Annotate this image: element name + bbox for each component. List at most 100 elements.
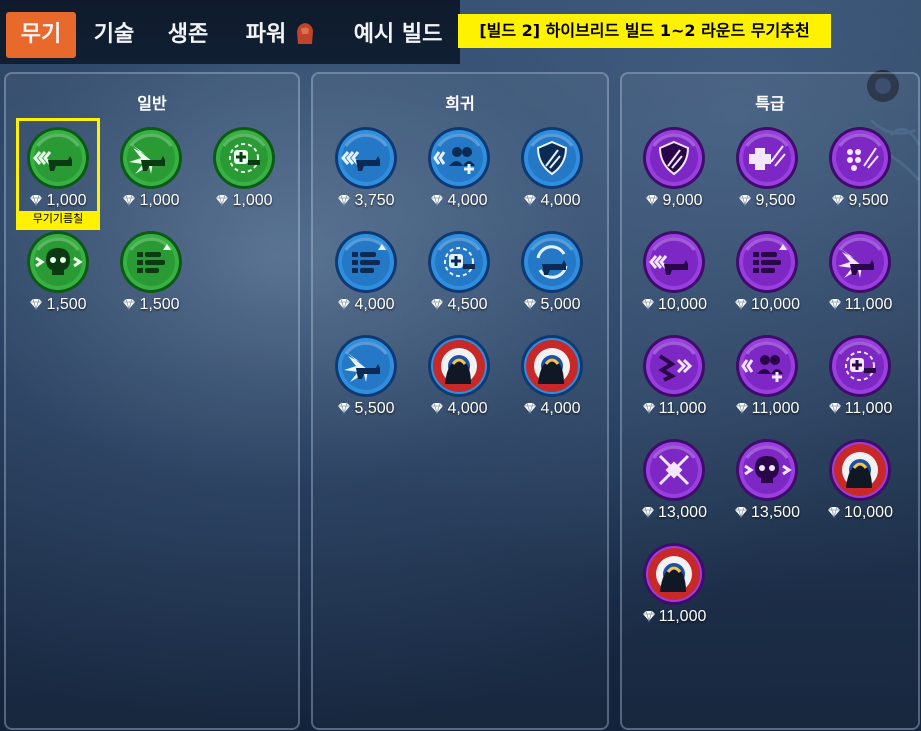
upgrade-item[interactable]: 4,000 (507, 126, 597, 222)
item-icon (642, 126, 706, 190)
upgrade-item[interactable]: 10,000 (722, 230, 812, 326)
item-icon (26, 126, 90, 190)
upgrade-item[interactable]: 13,500 (722, 438, 812, 534)
tab-label: 기술 (93, 22, 135, 47)
speed-weapon-icon (643, 231, 705, 293)
upgrade-item[interactable]: 11,000 (722, 334, 812, 430)
upgrade-item[interactable]: 4,000 (507, 334, 597, 430)
price-value: 9,000 (662, 192, 703, 209)
burst-weapon-icon (120, 127, 182, 189)
upgrade-item[interactable]: 1,000 (13, 126, 103, 222)
item-icon (735, 126, 799, 190)
item-price: 9,500 (722, 192, 812, 210)
tab-survival[interactable]: 생존 (156, 12, 220, 58)
tab-bar: 무기 기술 생존 파워 예시 빌드 (0, 0, 460, 64)
item-icon (520, 126, 584, 190)
item-price: 3,750 (321, 192, 411, 210)
price-value: 3,750 (354, 192, 395, 209)
upgrade-item[interactable]: 4,500 (414, 230, 504, 326)
skull-bolt-icon (736, 439, 798, 501)
price-value: 11,000 (844, 296, 893, 313)
ammo-list-icon (736, 231, 798, 293)
currency-gem-icon (828, 506, 841, 518)
item-price: 4,000 (414, 400, 504, 418)
item-price: 1,000 (13, 192, 103, 210)
burst-weapon-icon (829, 231, 891, 293)
item-price: 10,000 (722, 296, 812, 314)
upgrade-item[interactable]: 1,500 (13, 230, 103, 326)
heal-weapon-icon (428, 231, 490, 293)
claw-speed-icon (643, 335, 705, 397)
price-value: 9,500 (755, 192, 796, 209)
upgrade-item[interactable]: 4,000 (321, 230, 411, 326)
upgrade-item[interactable]: 4,000 (414, 334, 504, 430)
tab-skill[interactable]: 기술 (82, 12, 146, 58)
panel-title: 희귀 (445, 94, 475, 113)
upgrade-item[interactable]: 9,500 (722, 126, 812, 222)
price-value: 11,000 (658, 400, 707, 417)
item-price: 13,000 (629, 504, 719, 522)
upgrade-item[interactable]: 11,000 (629, 542, 719, 638)
price-value: 5,000 (540, 296, 581, 313)
panel-title: 특급 (755, 94, 785, 113)
currency-gem-icon (123, 298, 136, 310)
upgrade-item[interactable]: 1,000 (106, 126, 196, 222)
currency-gem-icon (30, 194, 43, 206)
item-price: 10,000 (629, 296, 719, 314)
price-value: 13,500 (751, 504, 800, 521)
upgrade-item[interactable]: 1,500 (106, 230, 196, 326)
upgrade-item[interactable]: 10,000 (815, 438, 905, 534)
upgrade-item[interactable]: 9,000 (629, 126, 719, 222)
hero-portrait-icon (829, 439, 891, 501)
currency-gem-icon (828, 402, 841, 414)
price-value: 4,000 (540, 400, 581, 417)
currency-gem-icon (338, 194, 351, 206)
price-value: 1,500 (46, 296, 87, 313)
ammo-list-icon (335, 231, 397, 293)
item-icon (334, 334, 398, 398)
price-value: 11,000 (751, 400, 800, 417)
oil-weapon-icon (27, 127, 89, 189)
price-value: 13,000 (658, 504, 707, 521)
item-icon (119, 230, 183, 294)
tab-power[interactable]: 파워 (232, 12, 332, 58)
upgrade-item[interactable]: 5,000 (507, 230, 597, 326)
currency-gem-icon (739, 194, 752, 206)
currency-gem-icon (431, 298, 444, 310)
upgrade-item[interactable]: 11,000 (815, 334, 905, 430)
upgrade-item[interactable]: 4,000 (414, 126, 504, 222)
currency-gem-icon (30, 298, 43, 310)
currency-gem-icon (642, 506, 655, 518)
upgrade-item[interactable]: 13,000 (629, 438, 719, 534)
currency-gem-icon (646, 194, 659, 206)
upgrade-item[interactable]: 10,000 (629, 230, 719, 326)
item-price: 11,000 (815, 400, 905, 418)
reload-weapon-icon (521, 231, 583, 293)
heal-weapon-icon (213, 127, 275, 189)
upgrade-item[interactable]: 5,500 (321, 334, 411, 430)
upgrade-item[interactable]: 11,000 (629, 334, 719, 430)
upgrade-item[interactable]: 9,500 (815, 126, 905, 222)
hero-portrait-icon (643, 543, 705, 605)
dots-slash-icon (829, 127, 891, 189)
tab-example-build[interactable]: 예시 빌드 (346, 12, 450, 58)
tab-weapon[interactable]: 무기 (6, 12, 76, 58)
currency-gem-icon (524, 402, 537, 414)
item-icon (520, 334, 584, 398)
currency-gem-icon (735, 298, 748, 310)
hero-portrait-icon (521, 335, 583, 397)
item-price: 1,500 (13, 296, 103, 314)
upgrade-item[interactable]: 11,000 (815, 230, 905, 326)
upgrade-item[interactable]: 1,000 (199, 126, 289, 222)
item-icon (642, 438, 706, 502)
item-price: 13,500 (722, 504, 812, 522)
price-value: 4,500 (447, 296, 488, 313)
currency-gem-icon (216, 194, 229, 206)
currency-gem-icon (828, 298, 841, 310)
tab-label: 예시 빌드 (353, 22, 443, 47)
item-price: 1,000 (106, 192, 196, 210)
price-value: 1,000 (139, 192, 180, 209)
upgrade-item[interactable]: 3,750 (321, 126, 411, 222)
price-value: 4,000 (447, 400, 488, 417)
price-value: 1,500 (139, 296, 180, 313)
